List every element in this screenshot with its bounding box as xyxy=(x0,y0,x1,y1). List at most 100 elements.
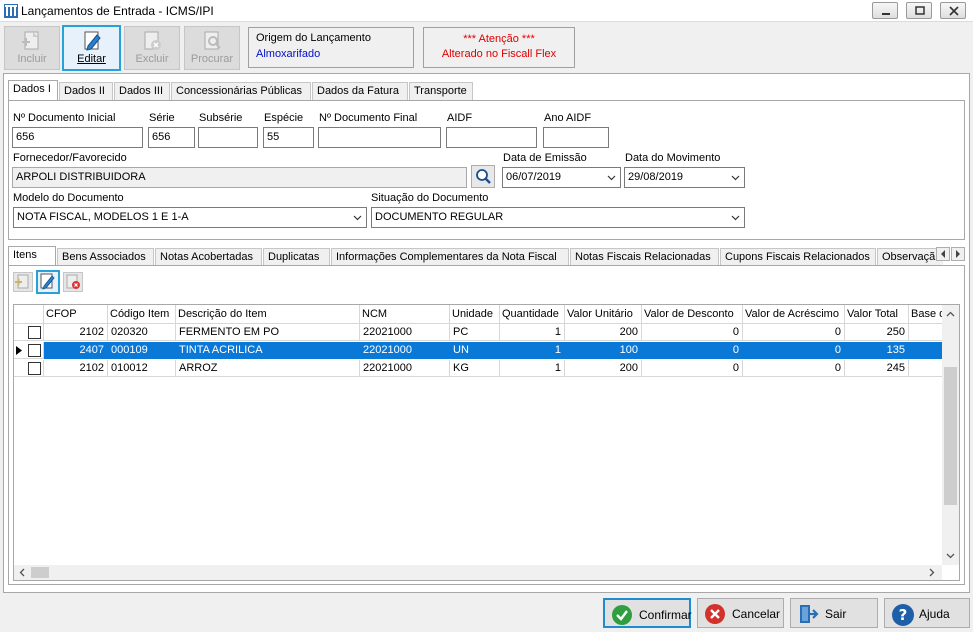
atencao-line2: Alterado no Fiscall Flex xyxy=(441,48,557,60)
grid-header-valor-unitario[interactable]: Valor Unitário xyxy=(565,305,642,324)
scroll-right-icon[interactable] xyxy=(927,568,936,577)
row-selector[interactable] xyxy=(14,342,44,359)
scroll-left-icon[interactable] xyxy=(18,568,27,577)
tab-dados-iii[interactable]: Dados III xyxy=(114,82,170,100)
incluir-button[interactable]: Incluir xyxy=(4,26,60,70)
title-bar: Lançamentos de Entrada - ICMS/IPI xyxy=(0,0,973,22)
tab-notas-relacionadas[interactable]: Notas Fiscais Relacionadas xyxy=(570,248,719,266)
grid-header-base[interactable]: Base d xyxy=(909,305,944,324)
table-row[interactable]: 2407 000109 TINTA ACRILICA 22021000 UN 1… xyxy=(14,342,944,359)
tab-concessionarias[interactable]: Concessionárias Públicas xyxy=(171,82,311,100)
delete-item-button[interactable] xyxy=(63,272,83,292)
edit-item-button[interactable] xyxy=(36,270,60,294)
cell-descricao: TINTA ACRILICA xyxy=(176,342,360,359)
data-movimento-label: Data do Movimento xyxy=(625,152,721,164)
tab-transporte[interactable]: Transporte xyxy=(409,82,473,100)
cell-valor-desconto: 0 xyxy=(642,360,743,377)
fornecedor-input[interactable]: ARPOLI DISTRIBUIDORA xyxy=(12,167,467,188)
fornecedor-label: Fornecedor/Favorecido xyxy=(13,152,127,164)
horizontal-scroll-thumb[interactable] xyxy=(31,567,49,578)
table-row[interactable]: 2102 010012 ARROZ 22021000 KG 1 200 0 0 … xyxy=(14,360,944,377)
horizontal-scrollbar[interactable] xyxy=(14,565,942,580)
row-checkbox[interactable] xyxy=(28,326,41,339)
grid-header-valor-total[interactable]: Valor Total xyxy=(845,305,909,324)
cell-codigo: 020320 xyxy=(108,324,176,341)
grid-header-valor-desconto[interactable]: Valor de Desconto xyxy=(642,305,743,324)
editar-button[interactable]: Editar xyxy=(62,25,121,71)
grid-header-unidade[interactable]: Unidade xyxy=(450,305,500,324)
row-selector[interactable] xyxy=(14,324,44,341)
tab-cupons-relacionados[interactable]: Cupons Fiscais Relacionados xyxy=(720,248,876,266)
chevron-right-icon xyxy=(956,250,960,258)
cell-valor-total: 245 xyxy=(845,360,909,377)
doc-inicial-input[interactable]: 656 xyxy=(12,127,143,148)
data-movimento-field[interactable]: 29/08/2019 xyxy=(624,167,745,188)
tab-bens-associados[interactable]: Bens Associados xyxy=(57,248,154,266)
ajuda-button[interactable]: ? Ajuda xyxy=(884,598,970,628)
scroll-down-icon[interactable] xyxy=(946,551,955,560)
vertical-scroll-thumb[interactable] xyxy=(944,367,957,505)
ano-aidf-input[interactable] xyxy=(543,127,609,148)
tab-info-complementares[interactable]: Informações Complementares da Nota Fisca… xyxy=(331,248,569,266)
svg-text:?: ? xyxy=(899,606,908,624)
tab-dados-ii[interactable]: Dados II xyxy=(59,82,113,100)
table-row[interactable]: 2102 020320 FERMENTO EM PO 22021000 PC 1… xyxy=(14,324,944,341)
scroll-up-icon[interactable] xyxy=(946,310,955,319)
cell-valor-acrescimo: 0 xyxy=(743,324,845,341)
data-emissao-field[interactable]: 06/07/2019 xyxy=(502,167,621,188)
cell-base xyxy=(909,360,944,377)
restore-icon xyxy=(915,6,925,15)
tabs-scroll-left[interactable] xyxy=(936,247,950,261)
subserie-label: Subsérie xyxy=(199,112,243,124)
tabs-scroll-right[interactable] xyxy=(951,247,965,261)
tab-itens[interactable]: Itens xyxy=(8,246,56,266)
especie-input[interactable]: 55 xyxy=(263,127,314,148)
vertical-scrollbar[interactable] xyxy=(942,305,959,565)
doc-final-input[interactable] xyxy=(318,127,441,148)
cell-base xyxy=(909,342,944,359)
maximize-button[interactable] xyxy=(906,2,932,19)
row-checkbox[interactable] xyxy=(28,362,41,375)
data-movimento-value: 29/08/2019 xyxy=(628,171,684,183)
grid-header-ncm[interactable]: NCM xyxy=(360,305,450,324)
cell-valor-total: 135 xyxy=(845,342,909,359)
tab-observacao[interactable]: Observaçã xyxy=(877,248,943,266)
close-button[interactable] xyxy=(940,2,966,19)
grid-header-descricao[interactable]: Descrição do Item xyxy=(176,305,360,324)
aidf-input[interactable] xyxy=(446,127,537,148)
excluir-button[interactable]: Excluir xyxy=(124,26,180,70)
grid-header-codigo[interactable]: Código Item xyxy=(108,305,176,324)
data-emissao-label: Data de Emissão xyxy=(503,152,587,164)
situacao-select[interactable]: DOCUMENTO REGULAR xyxy=(371,207,745,228)
cell-codigo: 000109 xyxy=(108,342,176,359)
row-checkbox[interactable] xyxy=(28,344,41,357)
cell-valor-total: 250 xyxy=(845,324,909,341)
confirmar-button[interactable]: Confirmar xyxy=(603,598,692,628)
search-icon xyxy=(476,169,491,184)
tab-duplicatas[interactable]: Duplicatas xyxy=(263,248,330,266)
tab-dados-fatura[interactable]: Dados da Fatura xyxy=(312,82,408,100)
editar-label: Editar xyxy=(77,53,106,65)
subserie-input[interactable] xyxy=(198,127,258,148)
cell-valor-unitario: 200 xyxy=(565,360,642,377)
serie-input[interactable]: 656 xyxy=(148,127,195,148)
modelo-select[interactable]: NOTA FISCAL, MODELOS 1 E 1-A xyxy=(13,207,367,228)
fornecedor-search-button[interactable] xyxy=(471,165,495,188)
minimize-button[interactable] xyxy=(872,2,898,19)
cancelar-button[interactable]: Cancelar xyxy=(697,598,784,628)
grid-header-quantidade[interactable]: Quantidade xyxy=(500,305,565,324)
add-item-button[interactable] xyxy=(13,272,33,292)
cell-valor-unitario: 100 xyxy=(565,342,642,359)
row-selector[interactable] xyxy=(14,360,44,377)
cell-quantidade: 1 xyxy=(500,360,565,377)
sair-button[interactable]: Sair xyxy=(790,598,878,628)
chevron-down-icon xyxy=(731,215,740,221)
tab-dados-i[interactable]: Dados I xyxy=(8,80,58,100)
modelo-label: Modelo do Documento xyxy=(13,192,124,204)
procurar-button[interactable]: Procurar xyxy=(184,26,240,70)
tab-notas-acobertadas[interactable]: Notas Acobertadas xyxy=(155,248,262,266)
check-icon xyxy=(612,605,632,625)
grid-header-valor-acrescimo[interactable]: Valor de Acréscimo xyxy=(743,305,845,324)
grid-header-cfop[interactable]: CFOP xyxy=(44,305,108,324)
modelo-value: NOTA FISCAL, MODELOS 1 E 1-A xyxy=(17,211,189,223)
